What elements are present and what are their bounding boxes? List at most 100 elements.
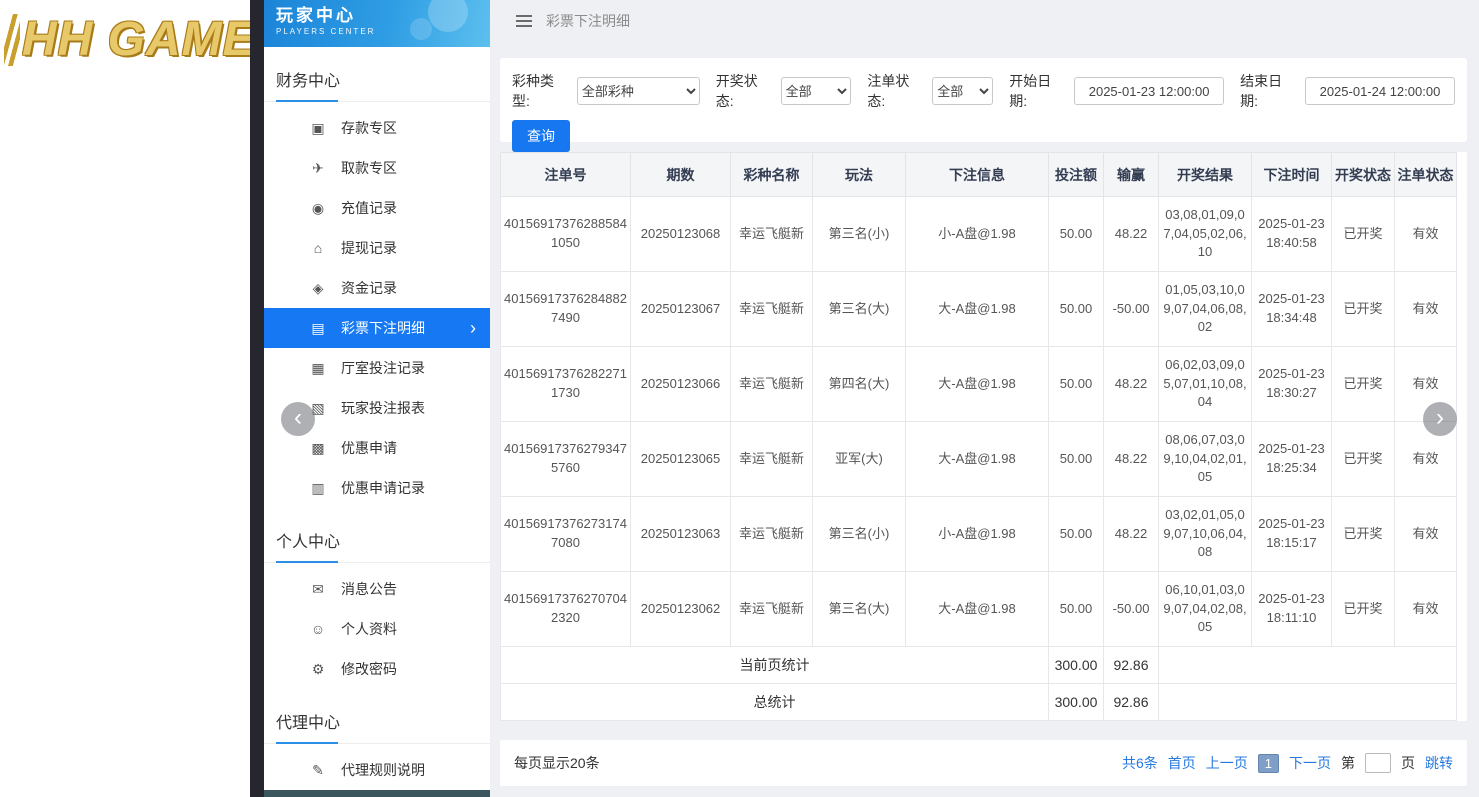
agent-rules-icon: ✎	[310, 762, 326, 779]
cell-time: 2025-01-23 18:30:27	[1252, 347, 1332, 422]
cell-amount: 50.00	[1049, 572, 1104, 647]
cell-bet_info: 大-A盘@1.98	[906, 347, 1049, 422]
sidebar-item[interactable]: ▦ 厅室投注记录	[264, 348, 490, 388]
logo-text: HH GAME	[22, 12, 256, 67]
sidebar-item-label: 优惠申请	[341, 438, 397, 458]
cell-draw_status: 已开奖	[1332, 197, 1395, 272]
sidebar-item[interactable]: ⚙ 修改密码	[264, 649, 490, 689]
cell-draw_status: 已开奖	[1332, 347, 1395, 422]
bet-status-label: 注单状态:	[867, 71, 926, 111]
lottery-type-label: 彩种类型:	[512, 71, 571, 111]
col-header-amount: 投注额	[1049, 153, 1104, 197]
sidebar-header: 玩家中心 PLAYERS CENTER	[264, 0, 490, 47]
cell-bet_no: 401569173762885841050	[501, 197, 631, 272]
col-header-time: 下注时间	[1252, 153, 1332, 197]
sidebar-item[interactable]: ☺ 个人资料	[264, 609, 490, 649]
sidebar-item-label: 玩家投注报表	[341, 398, 425, 418]
topbar: 彩票下注明细	[490, 0, 1479, 42]
sidebar-item[interactable]: ✎ 代理规则说明	[264, 750, 490, 790]
funds-record-icon: ◈	[310, 280, 326, 297]
sidebar-item[interactable]: ◈ 资金记录	[264, 268, 490, 308]
section-items: ▣ 存款专区 ✈ 取款专区 ◉ 充值记录 ⌂ 提现记录 ◈ 资金记录 ▤ 彩票下…	[264, 108, 490, 508]
cell-win_loss: 48.22	[1104, 347, 1159, 422]
sidebar-section: 代理中心 ✎ 代理规则说明 ◫ 代理团队统计	[264, 703, 490, 797]
col-header-play: 玩法	[813, 153, 906, 197]
draw-status-select[interactable]: 全部	[781, 77, 852, 105]
cell-amount: 50.00	[1049, 272, 1104, 347]
prev-page-link[interactable]: 上一页	[1206, 753, 1248, 773]
section-title: 个人中心	[264, 522, 490, 563]
cell-period: 20250123066	[631, 347, 731, 422]
cell-period: 20250123062	[631, 572, 731, 647]
change-password-icon: ⚙	[310, 661, 326, 678]
sidebar-item-label: 取款专区	[341, 158, 397, 178]
first-page-link[interactable]: 首页	[1168, 753, 1196, 773]
recharge-record-icon: ◉	[310, 200, 326, 217]
cell-period: 20250123067	[631, 272, 731, 347]
summary-empty	[1159, 684, 1457, 721]
sidebar-section: 个人中心 ✉ 消息公告 ☺ 个人资料 ⚙ 修改密码	[264, 522, 490, 689]
col-header-lottery: 彩种名称	[731, 153, 813, 197]
lottery-type-select[interactable]: 全部彩种	[577, 77, 700, 105]
end-date-input[interactable]	[1305, 77, 1455, 105]
cell-amount: 50.00	[1049, 347, 1104, 422]
cell-result: 06,10,01,03,09,07,04,02,08,05	[1159, 572, 1252, 647]
cell-play: 亚军(大)	[813, 422, 906, 497]
sidebar-item[interactable]: ▥ 优惠申请记录	[264, 468, 490, 508]
summary-label: 总统计	[501, 684, 1049, 721]
hamburger-menu-icon[interactable]	[516, 15, 532, 27]
cell-bet_no: 401569173762707042320	[501, 572, 631, 647]
cell-bet_info: 小-A盘@1.98	[906, 197, 1049, 272]
page-jump-input[interactable]	[1365, 753, 1391, 773]
cell-draw_status: 已开奖	[1332, 272, 1395, 347]
divider-strip	[250, 0, 264, 797]
current-page-button[interactable]: 1	[1258, 754, 1279, 773]
hall-bet-record-icon: ▦	[310, 360, 326, 377]
main-content: 彩票下注明细 彩种类型: 全部彩种 开奖状态: 全部 注单状态: 全部 开始日期…	[490, 0, 1479, 797]
page: HH GAME 玩家中心 PLAYERS CENTER 财务中心 ▣ 存款专区 …	[0, 0, 1479, 797]
cell-bet_no: 401569173762822711730	[501, 347, 631, 422]
sidebar-item[interactable]: ▣ 存款专区	[264, 108, 490, 148]
sidebar-item[interactable]: ✈ 取款专区	[264, 148, 490, 188]
table-row: 40156917376279347576020250123065幸运飞艇新亚军(…	[501, 422, 1457, 497]
sidebar-item-label: 代理规则说明	[341, 760, 425, 780]
summary-label: 当前页统计	[501, 647, 1049, 684]
cell-bet_info: 小-A盘@1.98	[906, 497, 1049, 572]
table-header-row: 注单号期数彩种名称玩法下注信息投注额输赢开奖结果下注时间开奖状态注单状态	[501, 153, 1457, 197]
sidebar-item[interactable]: ⌂ 提现记录	[264, 228, 490, 268]
carousel-prev-icon[interactable]: ‹	[281, 402, 315, 436]
jump-label-suffix: 页	[1401, 753, 1415, 773]
cell-draw_status: 已开奖	[1332, 422, 1395, 497]
summary-amount: 300.00	[1049, 684, 1104, 721]
sidebar: 玩家中心 PLAYERS CENTER 财务中心 ▣ 存款专区 ✈ 取款专区 ◉…	[264, 0, 490, 797]
cell-play: 第三名(小)	[813, 197, 906, 272]
next-page-link[interactable]: 下一页	[1289, 753, 1331, 773]
search-button[interactable]: 查询	[512, 120, 570, 152]
bets-table-card: 注单号期数彩种名称玩法下注信息投注额输赢开奖结果下注时间开奖状态注单状态 401…	[500, 152, 1467, 721]
sidebar-item-label: 厅室投注记录	[341, 358, 425, 378]
bets-table: 注单号期数彩种名称玩法下注信息投注额输赢开奖结果下注时间开奖状态注单状态 401…	[500, 152, 1457, 721]
filter-panel: 彩种类型: 全部彩种 开奖状态: 全部 注单状态: 全部 开始日期: 结束日期:…	[500, 58, 1467, 142]
col-header-result: 开奖结果	[1159, 153, 1252, 197]
cell-result: 08,06,07,03,09,10,04,02,01,05	[1159, 422, 1252, 497]
sidebar-item[interactable]: ▤ 彩票下注明细	[264, 308, 490, 348]
sidebar-item[interactable]: ◉ 充值记录	[264, 188, 490, 228]
logo-decoration	[4, 14, 20, 66]
col-header-bet_status: 注单状态	[1395, 153, 1457, 197]
sidebar-item[interactable]: ✉ 消息公告	[264, 569, 490, 609]
start-date-input[interactable]	[1074, 77, 1224, 105]
table-row: 40156917376270704232020250123062幸运飞艇新第三名…	[501, 572, 1457, 647]
col-header-bet_no: 注单号	[501, 153, 631, 197]
cell-bet_no: 401569173762793475760	[501, 422, 631, 497]
cell-amount: 50.00	[1049, 422, 1104, 497]
cell-win_loss: 48.22	[1104, 197, 1159, 272]
jump-label-prefix: 第	[1341, 753, 1355, 773]
table-body: 40156917376288584105020250123068幸运飞艇新第三名…	[501, 197, 1457, 721]
cell-result: 01,05,03,10,09,07,04,06,08,02	[1159, 272, 1252, 347]
jump-button[interactable]: 跳转	[1425, 753, 1453, 773]
bet-status-select[interactable]: 全部	[932, 77, 993, 105]
carousel-next-icon[interactable]: ›	[1423, 402, 1457, 436]
promo-record-icon: ▥	[310, 480, 326, 497]
cell-result: 03,02,01,05,09,07,10,06,04,08	[1159, 497, 1252, 572]
cell-bet_info: 大-A盘@1.98	[906, 272, 1049, 347]
